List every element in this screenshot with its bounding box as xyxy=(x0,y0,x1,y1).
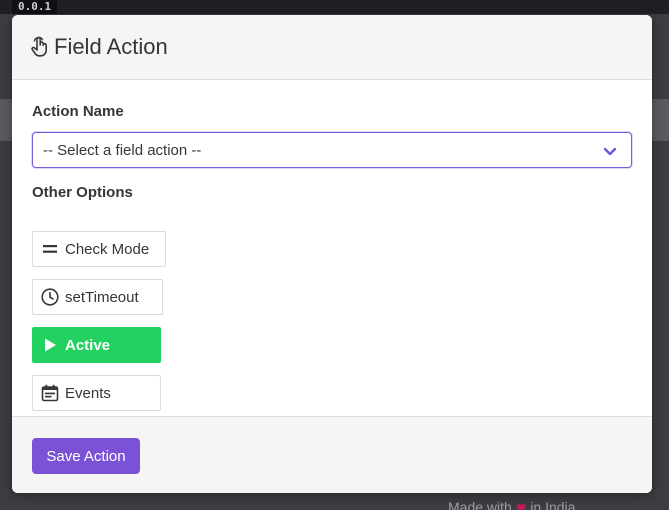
heart-icon: ♥ xyxy=(515,498,527,510)
modal-body: Action Name -- Select a field action -- … xyxy=(32,103,632,411)
save-action-button[interactable]: Save Action xyxy=(32,438,140,474)
action-select-value: -- Select a field action -- xyxy=(43,142,202,159)
field-action-modal: Field Action Action Name -- Select a fie… xyxy=(12,15,652,493)
events-label: Events xyxy=(65,384,111,402)
events-button[interactable]: Events xyxy=(32,375,161,411)
background-footer: Made with ♥ in India xyxy=(448,498,575,510)
settimeout-label: setTimeout xyxy=(65,288,139,306)
active-label: Active xyxy=(65,336,111,354)
modal-footer: Save Action xyxy=(12,416,652,493)
settimeout-button[interactable]: setTimeout xyxy=(32,279,163,315)
other-options-label: Other Options xyxy=(32,184,133,201)
footer-text-end: in India xyxy=(530,499,576,510)
pointing-hand-icon xyxy=(30,36,48,58)
chevron-down-icon xyxy=(603,144,617,156)
equals-icon xyxy=(41,240,59,258)
active-toggle-button[interactable]: Active xyxy=(32,327,161,363)
action-select[interactable]: -- Select a field action -- xyxy=(32,132,632,168)
footer-text-start: Made with xyxy=(448,499,512,510)
play-icon xyxy=(41,336,59,354)
check-mode-label: Check Mode xyxy=(65,240,150,258)
version-badge: 0.0.1 xyxy=(12,0,58,14)
modal-title: Field Action xyxy=(54,34,168,59)
action-name-label: Action Name xyxy=(32,103,124,120)
modal-header: Field Action xyxy=(12,15,652,80)
background-topbar: 0.0.1 xyxy=(0,0,669,14)
clock-icon xyxy=(41,288,59,306)
calendar-icon xyxy=(41,384,59,402)
check-mode-button[interactable]: Check Mode xyxy=(32,231,166,267)
